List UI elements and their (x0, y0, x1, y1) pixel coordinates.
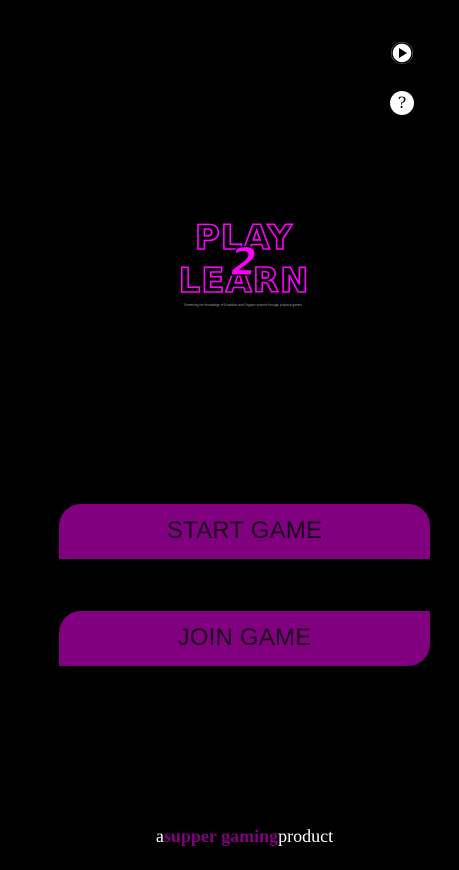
help-icon: ? (397, 93, 407, 112)
footer-credit: asupper gamingproduct (15, 826, 459, 847)
logo-tagline: Screening the knowledge of Evolution and… (184, 303, 302, 307)
home-screen: ? PLAY LEARN 2 Screening the knowledge o… (0, 0, 459, 870)
footer-suffix: product (278, 826, 334, 846)
join-game-button[interactable]: JOIN GAME (59, 611, 430, 666)
play-button[interactable] (391, 42, 413, 64)
start-game-label: START GAME (166, 516, 323, 544)
logo-middle: 2 (231, 240, 257, 284)
help-button[interactable]: ? (390, 91, 414, 115)
footer-brand: supper gaming (163, 826, 279, 846)
footer-prefix: a (155, 826, 164, 846)
play2learn-logo: PLAY LEARN 2 (158, 218, 330, 313)
play-icon (391, 42, 413, 64)
start-game-button[interactable]: START GAME (59, 504, 430, 559)
join-game-label: JOIN GAME (177, 623, 312, 651)
